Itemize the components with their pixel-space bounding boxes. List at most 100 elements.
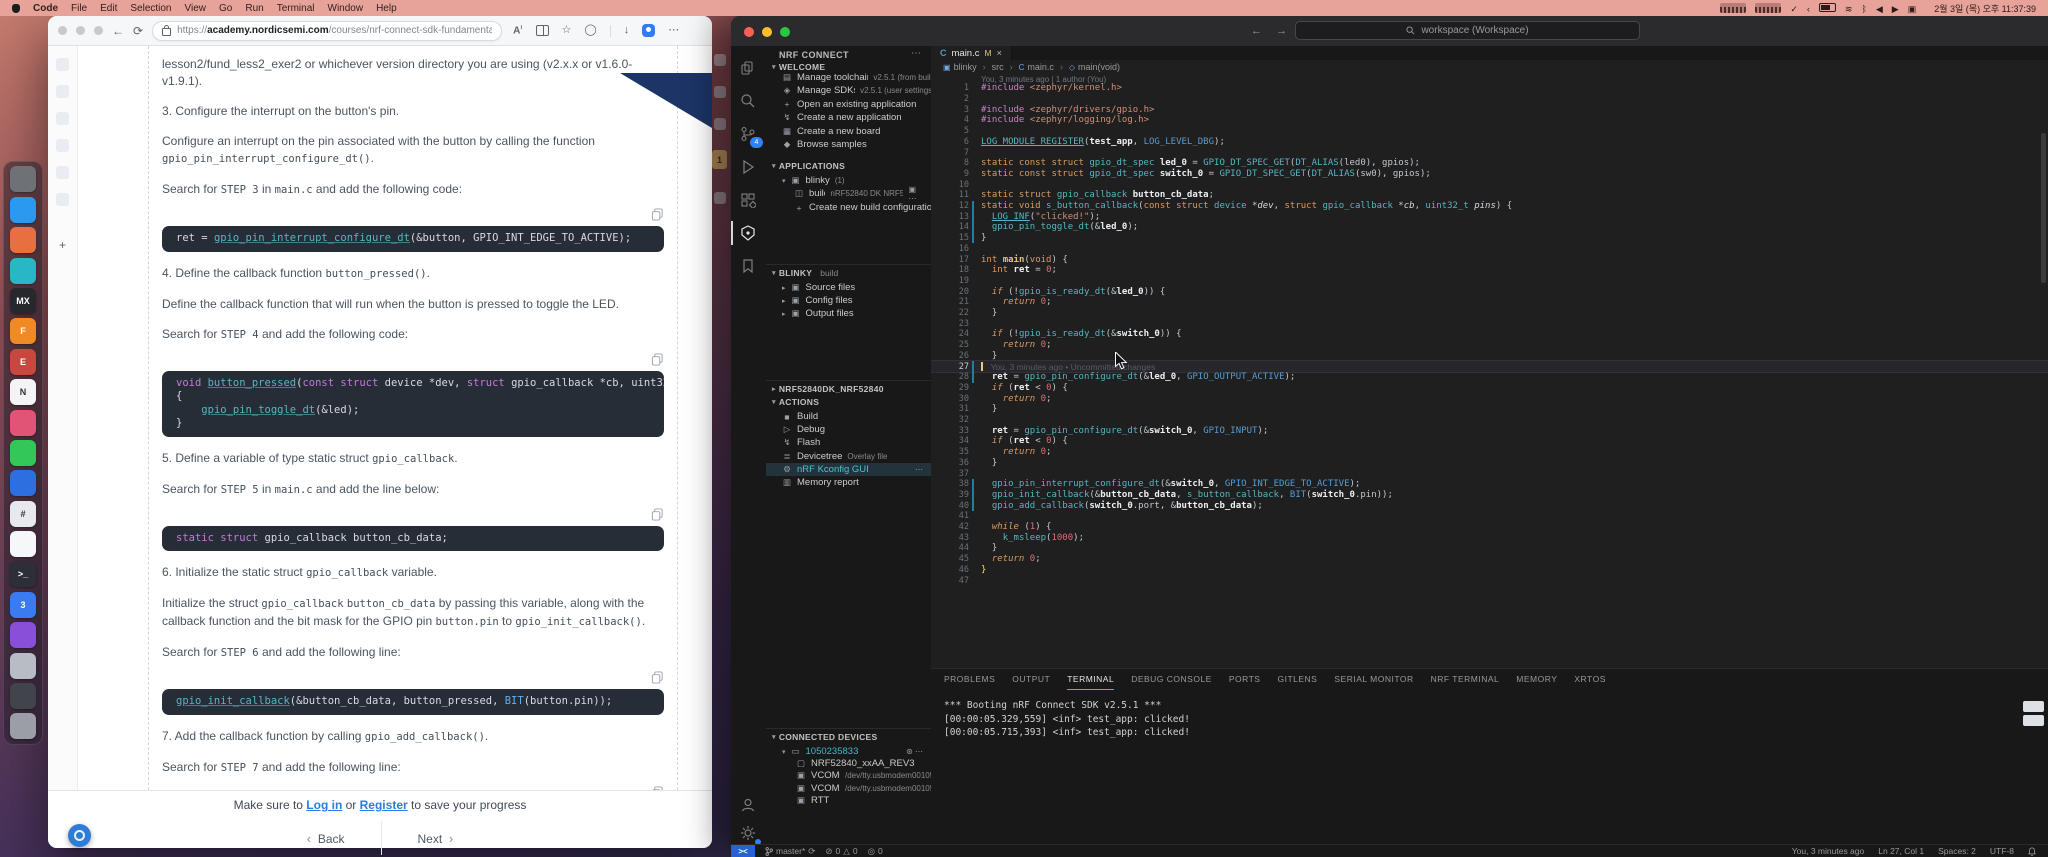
code-line-13[interactable]: 13 LOG_INF("clicked!"); [931, 211, 2048, 222]
user-switch-icon[interactable]: ▣ [1908, 4, 1917, 14]
browser-back-button[interactable]: ← [112, 25, 124, 37]
code-line-20[interactable]: 20 if (!gpio_is_ready_dt(&led_0)) { [931, 286, 2048, 297]
menu-item-terminal[interactable]: Terminal [277, 3, 315, 14]
new-tab-plus-icon[interactable]: + [59, 238, 66, 252]
dock-icon-7[interactable]: E [10, 349, 36, 375]
encoding-status[interactable]: UTF-8 [1990, 846, 2014, 856]
strip-icon-6[interactable] [56, 193, 69, 206]
menu-item-go[interactable]: Go [219, 3, 232, 14]
menu-item-window[interactable]: Window [328, 3, 364, 14]
section-connected-devices[interactable]: ▾CONNECTED DEVICES [772, 732, 877, 742]
panel-tab-output[interactable]: OUTPUT [1012, 669, 1050, 689]
code-line-11[interactable]: 11static struct gpio_callback button_cb_… [931, 190, 2048, 201]
menu-item-code[interactable]: Code [33, 3, 58, 14]
dock-icon-15[interactable]: 3 [10, 592, 36, 618]
split-screen-icon[interactable] [536, 25, 549, 36]
section-actions[interactable]: ▾ACTIONS [772, 397, 819, 407]
code-line-7[interactable]: 7 [931, 147, 2048, 158]
code-line-4[interactable]: 4#include <zephyr/logging/log.h> [931, 115, 2048, 126]
code-line-16[interactable]: 16 [931, 244, 2048, 255]
copy-icon[interactable] [651, 508, 664, 521]
code-line-29[interactable]: 29 if (ret < 0) { [931, 383, 2048, 394]
code-line-26[interactable]: 26 } [931, 351, 2048, 362]
code-line-18[interactable]: 18 int ret = 0; [931, 265, 2048, 276]
sidebar-item-device-vcom1[interactable]: ▣VCOM1/dev/tty.usbmodem001050... [766, 782, 931, 795]
nav-back-button[interactable]: ← [1251, 25, 1262, 37]
dock-icon-13[interactable] [10, 531, 36, 557]
battery-icon[interactable] [1819, 3, 1836, 12]
cursor-position[interactable]: Ln 27, Col 1 [1878, 846, 1924, 856]
code-line-42[interactable]: 42 while (1) { [931, 522, 2048, 533]
strip-icon-5[interactable] [56, 166, 69, 179]
code-line-38[interactable]: 38 gpio_pin_interrupt_configure_dt(&swit… [931, 479, 2048, 490]
sidebar-item-browse-samples[interactable]: ◆Browse samples [766, 138, 931, 151]
section-applications[interactable]: ▾APPLICATIONS [772, 161, 845, 171]
downloads-icon[interactable]: ↓ [624, 25, 630, 36]
command-center-search[interactable]: workspace (Workspace) [1295, 21, 1640, 40]
dock-icon-5[interactable]: MX [10, 288, 36, 314]
notification-chip-1[interactable] [2023, 701, 2044, 712]
code-line-12[interactable]: 12static void s_button_callback(const st… [931, 201, 2048, 212]
section-board[interactable]: ▸NRF52840DK_NRF52840 [772, 384, 884, 394]
blinky-source-files[interactable]: ▸▣Source files [766, 281, 931, 294]
code-snippet[interactable]: static struct gpio_callback button_cb_da… [162, 526, 664, 552]
sidebar-item-open-existing-application[interactable]: +Open an existing application [766, 98, 931, 111]
remote-indicator[interactable]: >< [731, 845, 755, 857]
dock-icon-2[interactable] [10, 197, 36, 223]
register-link[interactable]: Register [360, 798, 408, 812]
ports-item[interactable]: ◎0 [868, 846, 883, 857]
sidebar-item-device-rtt[interactable]: ▣RTT [766, 794, 931, 807]
run-debug-icon[interactable] [736, 155, 760, 179]
code-line-8[interactable]: 8static const struct gpio_dt_spec led_0 … [931, 158, 2048, 169]
dock-icon-17[interactable] [10, 653, 36, 679]
code-line-3[interactable]: 3#include <zephyr/drivers/gpio.h> [931, 104, 2048, 115]
panel-tab-nrf-terminal[interactable]: NRF TERMINAL [1431, 669, 1500, 689]
panel-tab-terminal[interactable]: TERMINAL [1067, 669, 1114, 690]
cpu-graph-widget[interactable] [1720, 3, 1746, 13]
code-line-6[interactable]: 6LOG_MODULE_REGISTER(test_app, LOG_LEVEL… [931, 137, 2048, 148]
source-control-icon[interactable]: 4 [736, 122, 760, 146]
back-button[interactable]: ‹ Back [307, 831, 345, 846]
code-line-17[interactable]: 17int main(void) { [931, 254, 2048, 265]
code-line-33[interactable]: 33 ret = gpio_pin_configure_dt(&switch_0… [931, 425, 2048, 436]
next-button[interactable]: Next › [418, 831, 454, 846]
breadcrumb-item[interactable]: src [992, 62, 1004, 72]
chevron-left-icon[interactable]: ‹ [1807, 4, 1810, 14]
sidebar-item-action-memory-report[interactable]: ▥Memory report [766, 476, 931, 489]
panel-tab-gitlens[interactable]: GITLENS [1277, 669, 1317, 689]
strip-icon-2[interactable] [56, 85, 69, 98]
browser-essentials-icon[interactable] [642, 24, 655, 37]
nav-forward-button[interactable]: → [1276, 25, 1287, 37]
apple-menu-icon[interactable] [12, 4, 20, 13]
breadcrumb-item[interactable]: Cmain.c [1019, 62, 1054, 72]
code-snippet[interactable]: ret = gpio_pin_interrupt_configure_dt(&b… [162, 226, 664, 252]
notification-badge[interactable]: 1 [712, 150, 727, 169]
breadcrumb-item[interactable]: ◇main(void) [1069, 62, 1120, 72]
code-line-28[interactable]: 28 ret = gpio_pin_configure_dt(&led_0, G… [931, 372, 2048, 383]
window-minimize-button[interactable] [76, 26, 85, 35]
extensions-icon[interactable] [736, 188, 760, 212]
item-actions[interactable]: ⋯ [915, 465, 923, 474]
side-rail-icon-1[interactable] [714, 54, 726, 66]
copy-icon[interactable] [651, 208, 664, 221]
more-menu-icon[interactable]: ⋯ [668, 25, 679, 36]
copy-icon[interactable] [651, 353, 664, 366]
code-line-40[interactable]: 40 gpio_add_callback(switch_0.port, &but… [931, 500, 2048, 511]
code-line-14[interactable]: 14 gpio_pin_toggle_dt(&led_0); [931, 222, 2048, 233]
dock-icon-19[interactable] [10, 713, 36, 739]
code-line-22[interactable]: 22 } [931, 308, 2048, 319]
item-actions[interactable]: ⊛ ⋯ [906, 747, 923, 756]
app-blinky[interactable]: ▾▣blinky(1) [766, 174, 931, 187]
code-snippet[interactable]: void button_pressed(const struct device … [162, 371, 664, 437]
more-actions-icon[interactable]: ⋯ [911, 48, 921, 59]
git-branch-item[interactable]: master* ⟳ [765, 846, 815, 857]
indentation-status[interactable]: Spaces: 2 [1938, 846, 1976, 856]
read-aloud-icon[interactable]: A≀ [513, 24, 522, 36]
window-zoom-button[interactable] [780, 27, 790, 37]
menu-item-edit[interactable]: Edit [100, 3, 117, 14]
code-line-25[interactable]: 25 return 0; [931, 340, 2048, 351]
code-line-19[interactable]: 19 [931, 276, 2048, 287]
dock-icon-3[interactable] [10, 227, 36, 253]
code-line-15[interactable]: 15} [931, 233, 2048, 244]
nrf-connect-icon[interactable] [731, 221, 760, 245]
